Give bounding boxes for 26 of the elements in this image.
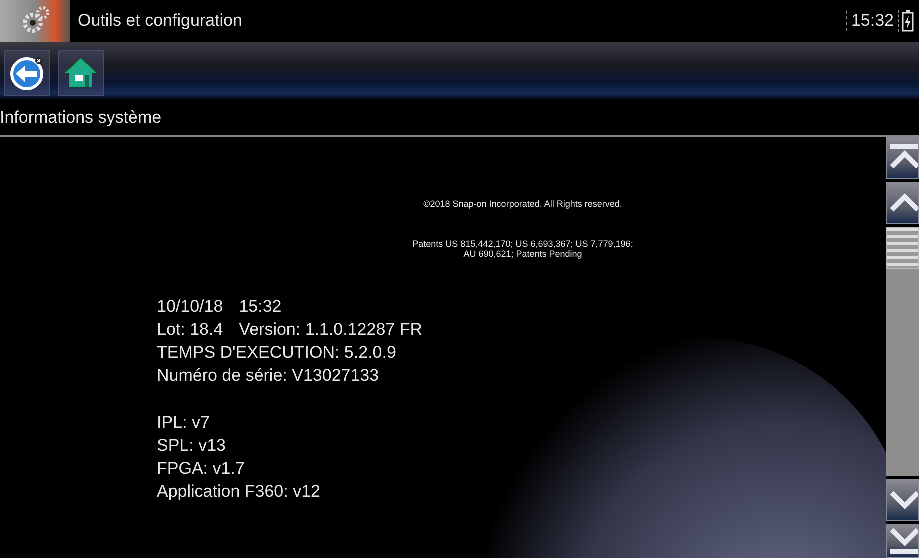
info-text: Numéro de série: V13027133 [157,366,380,387]
scroll-down-button[interactable] [886,479,919,521]
info-text: TEMPS D'EXECUTION: 5.2.0.9 [157,343,396,364]
info-text: Lot: 18.4 [157,320,224,341]
info-text: IPL: v7 [157,413,210,434]
info-text: FPGA: v1.7 [157,459,245,480]
scroll-up-button[interactable] [886,182,919,224]
gears-icon [0,0,70,42]
info-text: Application F360: v12 [157,482,320,503]
info-text: Version: 1.1.0.12287 FR [239,320,423,341]
info-text: SPL: v13 [157,436,226,457]
back-button[interactable] [4,50,50,96]
patents-text: Patents US 815,442,170; US 6,693,367; US 7,779,196; [412,239,634,249]
battery-charging-icon [898,10,917,32]
scroll-bottom-button[interactable] [886,524,919,558]
scroll-top-button[interactable] [886,137,919,179]
info-text: 15:32 [239,297,282,318]
chevron-down-bar-icon [888,526,918,556]
copyright-text: ©2018 Snap-on Incorporated. All Rights reserved. [424,199,622,209]
section-title: Informations système [0,108,162,128]
scroll-thumb[interactable] [886,227,919,269]
home-button[interactable] [58,50,104,96]
clock-time: 15:32 [846,11,898,31]
window-title: Outils et configuration [78,11,242,31]
patents-text: AU 690,621; Patents Pending [464,249,582,259]
info-text: 10/10/18 [157,297,224,318]
